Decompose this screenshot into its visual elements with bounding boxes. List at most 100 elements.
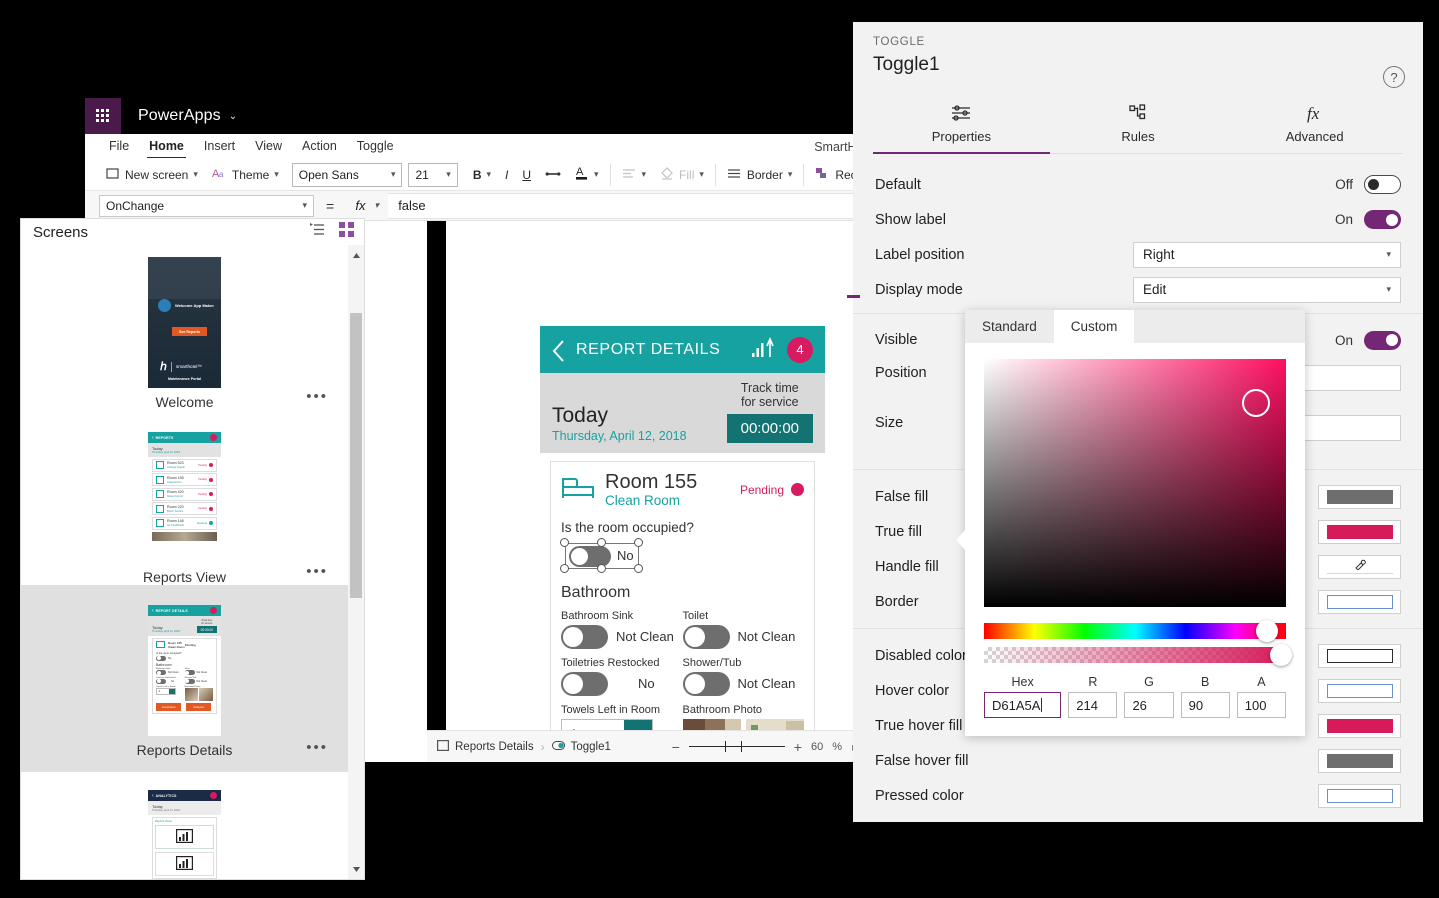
tab-rules[interactable]: Rules: [1050, 92, 1227, 153]
timer-display[interactable]: 00:00:00: [727, 414, 813, 443]
back-chevron-icon[interactable]: [552, 339, 566, 361]
screen-thumbnail-analytics[interactable]: ‹ ANALYTICS Today Thursday, April 12, 20…: [21, 772, 348, 879]
strikethrough-button[interactable]: [538, 162, 568, 188]
red-input[interactable]: 214: [1068, 692, 1117, 718]
chevron-down-icon[interactable]: [624, 720, 652, 730]
tab-advanced[interactable]: fx Advanced: [1226, 92, 1403, 153]
true-hover-fill-swatch[interactable]: [1318, 714, 1401, 738]
tab-toggle[interactable]: Toggle: [355, 137, 396, 156]
new-screen-button[interactable]: New screen ▾: [99, 162, 205, 188]
pressed-color-swatch[interactable]: [1318, 784, 1401, 808]
resize-handle[interactable]: [634, 564, 643, 573]
bathroom-photo-2[interactable]: [746, 719, 804, 730]
hover-color-swatch[interactable]: [1318, 679, 1401, 703]
default-toggle[interactable]: [1364, 175, 1401, 194]
hue-slider-knob[interactable]: [1256, 620, 1278, 642]
align-button[interactable]: ▾: [615, 162, 654, 188]
property-select[interactable]: OnChange ▾: [99, 195, 314, 217]
true-fill-swatch[interactable]: [1318, 520, 1401, 544]
chevron-down-icon[interactable]: ▾: [594, 169, 599, 180]
resize-handle[interactable]: [560, 538, 569, 547]
tab-home[interactable]: Home: [147, 137, 186, 156]
breadcrumb-control[interactable]: Toggle1: [571, 741, 611, 753]
tree-view-icon[interactable]: [310, 223, 325, 241]
help-icon[interactable]: ?: [1383, 66, 1405, 88]
alpha-input[interactable]: 100: [1237, 692, 1286, 718]
screen-menu-button[interactable]: •••: [306, 739, 328, 756]
show-label-toggle[interactable]: [1364, 210, 1401, 229]
chevron-down-icon[interactable]: ▾: [788, 169, 793, 180]
font-family-select[interactable]: Open Sans ▾: [292, 163, 403, 187]
screen-menu-button[interactable]: •••: [306, 388, 328, 405]
screen-thumbnail-reports-view[interactable]: ‹ REPORTS Today Thursday, April 12, 2018…: [21, 410, 348, 585]
toiletries-toggle[interactable]: [561, 672, 608, 696]
zoom-slider[interactable]: [689, 746, 785, 748]
border-button[interactable]: Border ▾: [720, 162, 800, 188]
bathroom-photo-1[interactable]: [683, 719, 741, 730]
tab-action[interactable]: Action: [300, 137, 339, 156]
occupied-toggle-selection[interactable]: No: [561, 539, 643, 573]
visible-toggle[interactable]: [1364, 331, 1401, 350]
shower-tub-toggle[interactable]: [683, 672, 730, 696]
tab-file[interactable]: File: [107, 137, 131, 156]
occupied-toggle[interactable]: [569, 546, 611, 567]
underline-button[interactable]: U: [515, 162, 538, 188]
scroll-down-arrow-icon[interactable]: [348, 859, 364, 879]
false-fill-swatch[interactable]: [1318, 485, 1401, 509]
fx-button[interactable]: fx ▾: [346, 195, 388, 217]
handle-fill-swatch[interactable]: [1318, 555, 1401, 579]
hex-input[interactable]: D61A5A: [984, 692, 1061, 718]
resize-handle[interactable]: [634, 538, 643, 547]
tab-standard[interactable]: Standard: [965, 310, 1054, 343]
chevron-down-icon[interactable]: ▾: [699, 169, 704, 180]
app-canvas[interactable]: REPORT DETAILS 4: [427, 221, 875, 730]
alpha-slider-knob[interactable]: [1270, 644, 1292, 666]
chevron-down-icon[interactable]: ▾: [642, 169, 647, 180]
app-launcher-icon[interactable]: [85, 98, 121, 134]
chevron-down-icon[interactable]: ▾: [486, 169, 491, 180]
hue-slider[interactable]: [984, 623, 1286, 639]
false-hover-fill-swatch[interactable]: [1318, 749, 1401, 773]
tab-insert[interactable]: Insert: [202, 137, 237, 156]
screen-thumbnail-welcome[interactable]: Welcome App Maker See Reports ℎ smarthot…: [21, 245, 348, 410]
screen-menu-button[interactable]: •••: [306, 563, 328, 580]
bathroom-sink-toggle[interactable]: [561, 625, 608, 649]
zoom-out-button[interactable]: −: [672, 739, 680, 755]
resize-handle[interactable]: [597, 538, 606, 547]
brand-chevron-down-icon[interactable]: ⌄: [229, 111, 237, 122]
screens-scroll-thumb[interactable]: [350, 313, 362, 598]
tab-properties[interactable]: Properties: [873, 92, 1050, 153]
font-color-button[interactable]: A ▾: [568, 162, 606, 188]
display-mode-select[interactable]: Edit ▾: [1133, 277, 1401, 303]
chart-icon[interactable]: [751, 336, 775, 363]
chevron-down-icon[interactable]: ▾: [193, 169, 198, 180]
zoom-in-button[interactable]: +: [794, 739, 802, 755]
toilet-toggle[interactable]: [683, 625, 730, 649]
scroll-up-arrow-icon[interactable]: [348, 245, 364, 265]
saturation-value-area[interactable]: [984, 359, 1286, 607]
tab-custom[interactable]: Custom: [1054, 310, 1135, 343]
thumbnail-view-icon[interactable]: [339, 222, 354, 242]
green-input[interactable]: 26: [1124, 692, 1173, 718]
resize-handle[interactable]: [597, 564, 606, 573]
italic-button[interactable]: I: [498, 162, 515, 188]
blue-input[interactable]: 90: [1181, 692, 1230, 718]
breadcrumb-screen[interactable]: Reports Details: [455, 741, 534, 753]
resize-handle[interactable]: [560, 564, 569, 573]
screen-thumbnail-reports-details[interactable]: ‹ REPORT DETAILS Today Thursday, April 1…: [21, 585, 348, 772]
border-swatch[interactable]: [1318, 590, 1401, 614]
chevron-down-icon[interactable]: ▾: [274, 169, 279, 180]
formula-input[interactable]: false: [388, 193, 875, 219]
theme-button[interactable]: Aa Theme ▾: [205, 162, 286, 188]
alpha-slider[interactable]: [984, 647, 1286, 663]
screens-scrollbar[interactable]: [348, 245, 364, 879]
fill-button[interactable]: Fill ▾: [653, 162, 711, 188]
bold-button[interactable]: B ▾: [466, 162, 498, 188]
tab-view[interactable]: View: [253, 137, 284, 156]
color-cursor[interactable]: [1242, 389, 1270, 417]
disabled-color-swatch[interactable]: [1318, 644, 1401, 668]
zoom-slider-handle[interactable]: [725, 741, 727, 752]
label-position-select[interactable]: Right ▾: [1133, 242, 1401, 268]
towels-dropdown[interactable]: 1: [561, 719, 653, 730]
font-size-select[interactable]: 21 ▾: [408, 163, 457, 187]
